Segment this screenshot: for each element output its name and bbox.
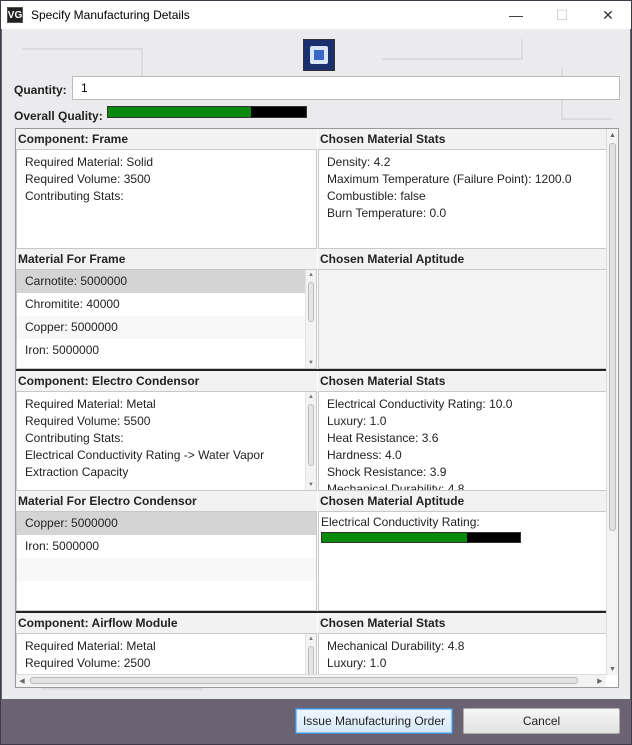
- material-list-empty-row: [17, 558, 316, 581]
- components-list: Component: Frame Chosen Material Stats R…: [16, 129, 607, 675]
- stats-header: Chosen Material Stats: [318, 613, 607, 633]
- stats-box: Density: 4.2 Maximum Temperature (Failur…: [318, 149, 607, 249]
- scroll-down-icon[interactable]: ▼: [607, 663, 618, 675]
- issue-manufacturing-order-button[interactable]: Issue Manufacturing Order: [295, 708, 453, 734]
- scroll-thumb[interactable]: [308, 404, 314, 466]
- material-option[interactable]: Copper: 5000000: [17, 316, 316, 339]
- aptitude-box: Electrical Conductivity Rating:: [318, 511, 607, 611]
- material-option[interactable]: Iron: 5000000: [17, 535, 316, 558]
- requirement-line: Extraction Capacity: [25, 465, 129, 479]
- vertical-scrollbar[interactable]: ▲ ▼: [606, 129, 618, 675]
- aptitude-fill: [322, 533, 467, 542]
- horizontal-scroll-thumb[interactable]: [30, 677, 578, 684]
- requirements-box: Required Material: Metal Required Volume…: [16, 633, 317, 675]
- scroll-up-icon[interactable]: ▲: [306, 270, 316, 280]
- material-list[interactable]: Copper: 5000000 Iron: 5000000: [16, 511, 317, 611]
- maximize-button: ☐: [555, 6, 569, 23]
- overall-quality-fill: [108, 107, 251, 117]
- stat-line: Combustible: false: [327, 189, 426, 203]
- requirement-line: Required Material: Solid: [25, 155, 154, 169]
- material-header: Material For Electro Condensor: [16, 491, 317, 511]
- requirement-line: Contributing Stats:: [25, 189, 124, 203]
- component-header: Component: Airflow Module: [16, 613, 317, 633]
- material-list-scrollbar[interactable]: ▲ ▼: [305, 270, 316, 368]
- stat-line: Heat Resistance: 3.6: [327, 431, 439, 445]
- close-button[interactable]: ✕: [585, 1, 631, 29]
- overall-quality-label: Overall Quality:: [14, 109, 103, 123]
- material-option[interactable]: Copper: 5000000: [17, 512, 316, 535]
- stats-header: Chosen Material Stats: [318, 129, 607, 149]
- stat-line: Mechanical Durability: 4.8: [327, 482, 465, 491]
- dialog-window: VG Specify Manufacturing Details — ☐ ✕ Q…: [0, 0, 632, 745]
- requirement-line: Required Material: Metal: [25, 397, 156, 411]
- requirement-line: Required Volume: 3500: [25, 172, 151, 186]
- cancel-button[interactable]: Cancel: [463, 708, 620, 734]
- stat-line: Maximum Temperature (Failure Point): 120…: [327, 172, 572, 186]
- scroll-thumb[interactable]: [308, 646, 314, 675]
- aptitude-bar: [321, 532, 521, 543]
- stats-box: Electrical Conductivity Rating: 10.0 Lux…: [318, 391, 607, 491]
- stats-header: Chosen Material Stats: [318, 371, 607, 391]
- stat-line: Density: 4.2: [327, 155, 391, 169]
- requirements-scrollbar[interactable]: ▲: [305, 634, 316, 675]
- stat-line: Luxury: 1.0: [327, 656, 387, 670]
- requirement-line: Required Volume: 5500: [25, 414, 151, 428]
- component-header: Component: Frame: [16, 129, 317, 149]
- scroll-down-icon[interactable]: ▼: [306, 480, 316, 490]
- requirement-line: Electrical Conductivity Rating -> Water …: [25, 448, 265, 462]
- logo-shape-inner: [314, 50, 324, 60]
- horizontal-scrollbar[interactable]: ◀ ▶: [16, 674, 606, 687]
- scroll-up-icon[interactable]: ▲: [607, 129, 618, 141]
- components-scroll-pane[interactable]: Component: Frame Chosen Material Stats R…: [15, 128, 619, 688]
- material-list-empty-row: [17, 581, 316, 604]
- aptitude-header: Chosen Material Aptitude: [318, 491, 607, 511]
- manufacturing-logo-icon: [303, 39, 335, 71]
- material-option[interactable]: Carnotite: 5000000: [17, 270, 316, 293]
- scroll-up-icon[interactable]: ▲: [306, 392, 316, 402]
- vertical-scroll-thumb[interactable]: [609, 143, 616, 531]
- overall-quality-bar: [107, 106, 307, 118]
- component-header: Component: Electro Condensor: [16, 371, 317, 391]
- material-option[interactable]: Chromitite: 40000: [17, 293, 316, 316]
- scroll-left-icon[interactable]: ◀: [16, 675, 28, 687]
- dialog-footer: Issue Manufacturing Order Cancel: [2, 699, 630, 744]
- stats-box: Mechanical Durability: 4.8 Luxury: 1.0: [318, 633, 607, 675]
- window-title: Specify Manufacturing Details: [31, 8, 190, 22]
- quantity-label: Quantity:: [14, 83, 67, 97]
- stat-line: Burn Temperature: 0.0: [327, 206, 447, 220]
- aptitude-box: [318, 269, 607, 369]
- aptitude-header: Chosen Material Aptitude: [318, 249, 607, 269]
- stat-line: Shock Resistance: 3.9: [327, 465, 447, 479]
- material-header: Material For Frame: [16, 249, 317, 269]
- requirement-line: Required Material: Metal: [25, 639, 156, 653]
- aptitude-label: Electrical Conductivity Rating:: [321, 515, 480, 529]
- scroll-up-icon[interactable]: ▲: [306, 634, 316, 644]
- stat-line: Hardness: 4.0: [327, 448, 402, 462]
- requirements-box: Required Material: Metal Required Volume…: [16, 391, 317, 491]
- title-bar[interactable]: VG Specify Manufacturing Details — ☐ ✕: [1, 1, 631, 29]
- material-option[interactable]: Iron: 5000000: [17, 339, 316, 362]
- app-icon: VG: [7, 7, 23, 23]
- requirements-scrollbar[interactable]: ▲ ▼: [305, 392, 316, 490]
- minimize-button[interactable]: —: [493, 1, 539, 29]
- requirements-box: Required Material: Solid Required Volume…: [16, 149, 317, 249]
- stat-line: Mechanical Durability: 4.8: [327, 639, 465, 653]
- material-list[interactable]: Carnotite: 5000000 Chromitite: 40000 Cop…: [16, 269, 317, 369]
- scroll-thumb[interactable]: [308, 282, 314, 322]
- quantity-input[interactable]: [72, 76, 620, 100]
- stat-line: Electrical Conductivity Rating: 10.0: [327, 397, 513, 411]
- scroll-down-icon[interactable]: ▼: [306, 358, 316, 368]
- scroll-right-icon[interactable]: ▶: [594, 675, 606, 687]
- requirement-line: Required Volume: 2500: [25, 656, 151, 670]
- dialog-content: Quantity: Overall Quality: Component: Fr…: [2, 29, 630, 699]
- stat-line: Luxury: 1.0: [327, 414, 387, 428]
- window-controls: — ☐ ✕: [493, 1, 631, 29]
- requirement-line: Contributing Stats:: [25, 431, 124, 445]
